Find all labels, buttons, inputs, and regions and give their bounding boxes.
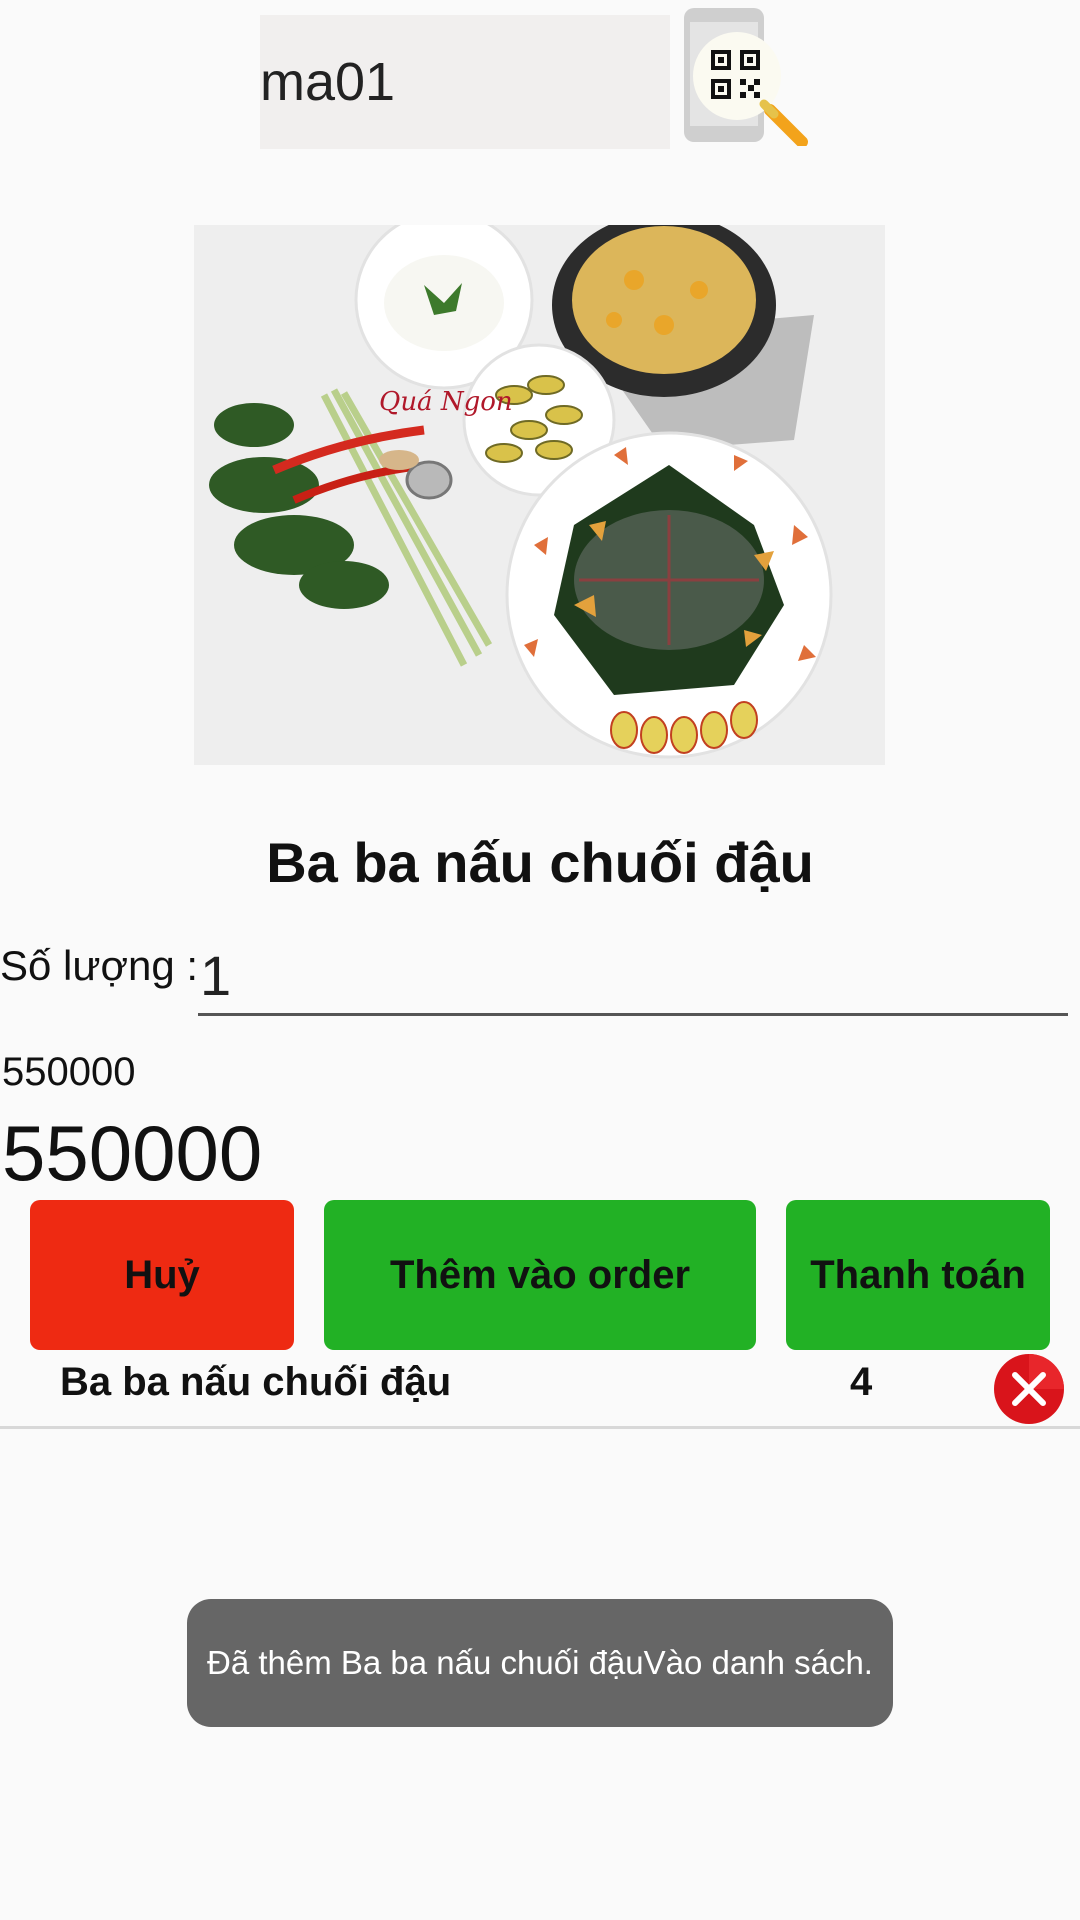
qr-scan-button[interactable]	[682, 6, 812, 148]
quantity-input[interactable]	[198, 938, 1068, 1016]
product-code-input[interactable]	[260, 15, 670, 149]
unit-price: 550000	[2, 1050, 136, 1094]
qr-scan-icon	[684, 8, 808, 148]
total-price: 550000	[2, 1109, 263, 1197]
order-item-name: Ba ba nấu chuối đậu	[60, 1360, 452, 1404]
order-item-quantity: 4	[850, 1360, 873, 1404]
toast-message: Đã thêm Ba ba nấu chuối đậuVào danh sách…	[187, 1599, 893, 1727]
add-to-order-button[interactable]: Thêm vào order	[324, 1200, 756, 1350]
remove-item-button[interactable]	[993, 1353, 1065, 1425]
quantity-label: Số lượng :	[0, 942, 199, 989]
order-list-item: Ba ba nấu chuối đậu 4	[0, 1350, 1080, 1429]
checkout-button[interactable]: Thanh toán	[786, 1200, 1050, 1350]
dish-photo: Quá Ngon	[194, 225, 885, 765]
cancel-button[interactable]: Huỷ	[30, 1200, 294, 1350]
close-icon	[994, 1354, 1064, 1424]
svg-text:Quá Ngon: Quá Ngon	[379, 387, 513, 417]
dish-title: Ba ba nấu chuối đậu	[266, 831, 814, 894]
